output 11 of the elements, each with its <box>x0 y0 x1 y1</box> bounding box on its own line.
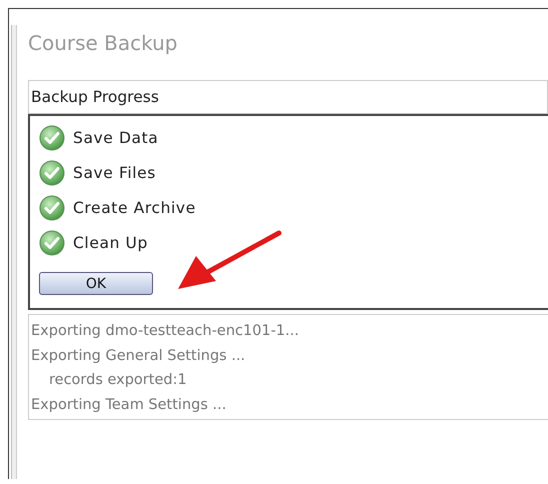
step-label: Save Files <box>73 164 156 182</box>
log-line: Exporting dmo-testteach-enc101-1... <box>31 322 300 341</box>
log-line: Exporting General Settings ... <box>31 346 246 366</box>
step-label: Save Data <box>73 128 158 146</box>
dialog-title: Course Backup <box>28 31 178 55</box>
ok-button[interactable]: OK <box>39 272 153 295</box>
log-line: records exported:1 <box>48 371 188 390</box>
section-title: Backup Progress <box>31 88 159 106</box>
step-label: Clean Up <box>73 234 148 252</box>
step-label: Create Archive <box>73 198 196 216</box>
log-line: Exporting Team Settings ... <box>31 396 228 414</box>
